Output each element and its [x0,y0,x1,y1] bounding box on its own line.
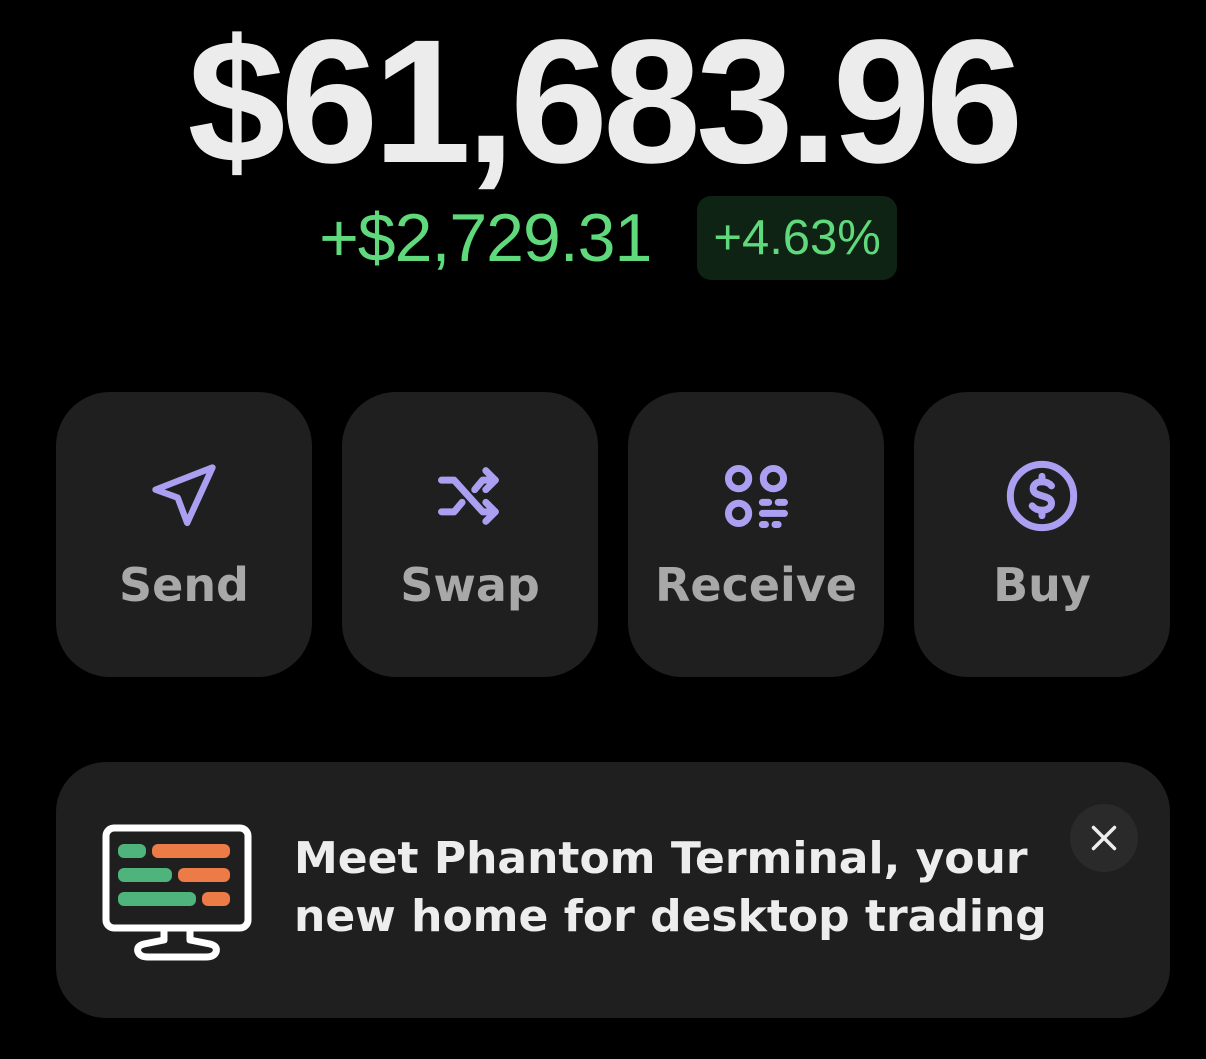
action-bar: Send Swap Receive Buy [56,392,1170,677]
banner-line-2: new home for desktop trading [294,891,1047,942]
buy-label: Buy [993,558,1091,612]
change-percent-badge: +4.63% [697,196,897,280]
dollar-circle-icon [1004,458,1080,534]
swap-label: Swap [400,558,540,612]
portfolio-balance: $61,683.96 [187,4,1024,200]
buy-button[interactable]: Buy [914,392,1170,677]
send-icon [146,458,222,534]
change-amount: +$2,729.31 [319,200,652,276]
send-button[interactable]: Send [56,392,312,677]
receive-label: Receive [654,558,858,612]
close-icon [1091,825,1117,851]
send-label: Send [118,558,249,612]
swap-button[interactable]: Swap [342,392,598,677]
qr-code-icon [718,458,794,534]
close-banner-button[interactable] [1070,804,1138,872]
desktop-terminal-icon [102,824,252,962]
banner-message: Meet Phantom Terminal, your new home for… [294,830,1047,946]
portfolio-change: +$2,729.31 +4.63% [0,196,1206,280]
phantom-terminal-banner[interactable]: Meet Phantom Terminal, your new home for… [56,762,1170,1018]
receive-button[interactable]: Receive [628,392,884,677]
banner-line-1: Meet Phantom Terminal, your [294,833,1028,884]
swap-icon [432,458,508,534]
